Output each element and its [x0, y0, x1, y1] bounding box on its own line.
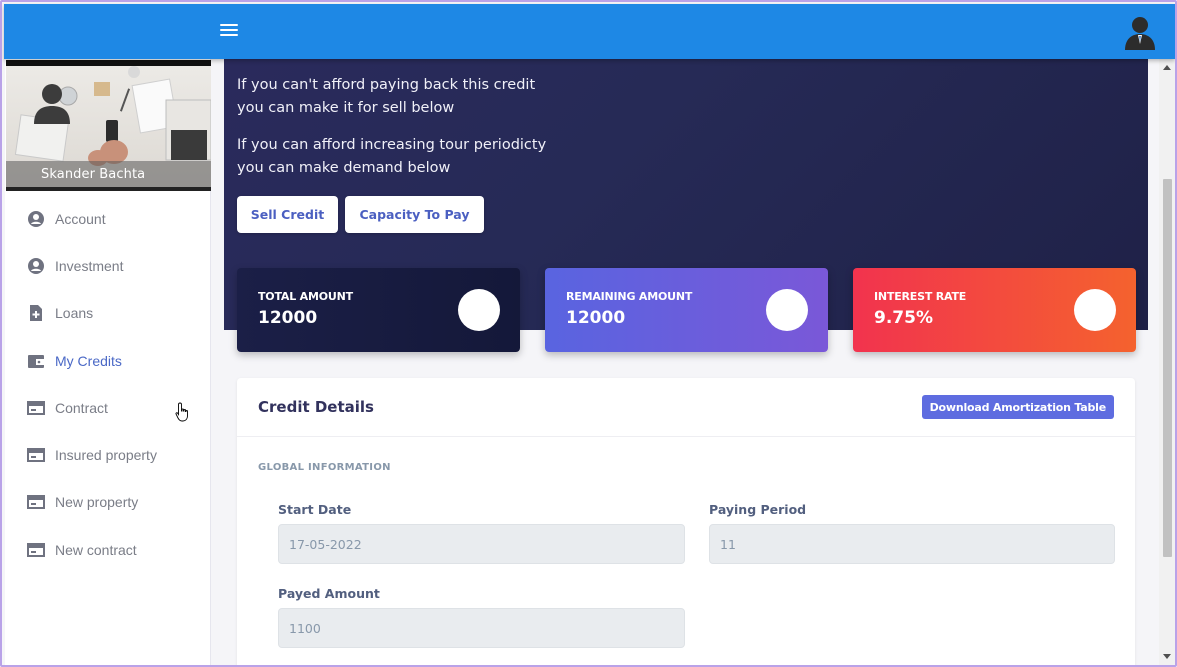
- sidebar-item-account[interactable]: Account: [5, 195, 211, 242]
- sidebar-item-label: Loans: [55, 305, 94, 322]
- stat-value: 9.75%: [874, 308, 933, 328]
- stat-value: 12000: [258, 308, 318, 328]
- hero-line: If you can't afford paying back this cre…: [237, 77, 536, 93]
- credit-details-title: Credit Details: [258, 398, 374, 416]
- sidebar-item-investment[interactable]: Investment: [5, 242, 211, 289]
- sidebar-item-label: New property: [55, 494, 139, 511]
- section-label: GLOBAL INFORMATION: [258, 462, 391, 473]
- vertical-scrollbar[interactable]: [1159, 59, 1175, 665]
- hero-line: you can make demand below: [237, 160, 451, 176]
- sidebar-item-label: My Credits: [55, 352, 122, 369]
- sidebar-item-loans[interactable]: Loans: [5, 290, 211, 337]
- stat-icon-circle: [1074, 289, 1116, 331]
- sidebar-item-my-credits[interactable]: My Credits: [5, 337, 211, 384]
- file-plus-icon: [27, 304, 45, 322]
- sidebar-item-label: New contract: [55, 541, 137, 558]
- scroll-up-icon[interactable]: [1163, 65, 1171, 70]
- stat-card-total-amount: TOTAL AMOUNT 12000: [237, 268, 520, 352]
- sidebar: Skander Bachta Account Investment Loans …: [5, 59, 211, 665]
- hero-text-sell: If you can't afford paying back this cre…: [237, 74, 535, 120]
- sidebar-item-label: Insured property: [55, 447, 157, 464]
- card-icon: [27, 493, 45, 511]
- capacity-to-pay-button[interactable]: Capacity To Pay: [345, 196, 484, 233]
- stat-value: 12000: [566, 308, 626, 328]
- scroll-thumb[interactable]: [1163, 179, 1172, 557]
- user-avatar-icon[interactable]: [1123, 14, 1157, 50]
- scroll-down-icon[interactable]: [1163, 654, 1171, 659]
- stat-label: TOTAL AMOUNT: [258, 290, 353, 303]
- main-content: If you can't afford paying back this cre…: [211, 59, 1149, 665]
- hero-line: you can make it for sell below: [237, 100, 455, 116]
- profile-photo: Skander Bachta: [6, 60, 211, 191]
- payed-amount-field[interactable]: 1100: [278, 608, 685, 648]
- sidebar-item-label: Investment: [55, 257, 124, 274]
- sidebar-item-new-contract[interactable]: New contract: [5, 526, 211, 573]
- stat-icon-circle: [458, 289, 500, 331]
- app-window: Skander Bachta Account Investment Loans …: [0, 0, 1177, 667]
- user-circle-icon: [27, 257, 45, 275]
- profile-divider: [6, 187, 211, 191]
- sidebar-nav: Account Investment Loans My Credits Cont…: [5, 195, 211, 573]
- paying-period-field[interactable]: 11: [709, 524, 1115, 564]
- top-navbar: [4, 4, 1175, 59]
- stat-label: REMAINING AMOUNT: [566, 290, 693, 303]
- card-icon: [27, 541, 45, 559]
- sidebar-item-new-property[interactable]: New property: [5, 479, 211, 526]
- stat-icon-circle: [766, 289, 808, 331]
- credit-details-header: Credit Details Download Amortization Tab…: [237, 378, 1135, 437]
- payed-amount-label: Payed Amount: [278, 586, 380, 601]
- card-icon: [27, 446, 45, 464]
- hero-text-capacity: If you can afford increasing tour period…: [237, 134, 546, 180]
- hamburger-icon[interactable]: [220, 24, 238, 40]
- start-date-field[interactable]: 17-05-2022: [278, 524, 685, 564]
- stat-card-interest-rate: INTEREST RATE 9.75%: [853, 268, 1136, 352]
- start-date-label: Start Date: [278, 502, 352, 517]
- profile-name: Skander Bachta: [41, 167, 146, 182]
- sidebar-item-insured-property[interactable]: Insured property: [5, 431, 211, 478]
- credit-details-card: Credit Details Download Amortization Tab…: [237, 378, 1135, 665]
- sidebar-item-label: Contract: [55, 399, 108, 416]
- sidebar-item-label: Account: [55, 210, 106, 227]
- user-circle-icon: [27, 210, 45, 228]
- hero-line: If you can afford increasing tour period…: [237, 137, 547, 153]
- wallet-icon: [27, 352, 45, 370]
- stat-label: INTEREST RATE: [874, 290, 967, 303]
- paying-period-label: Paying Period: [709, 502, 807, 517]
- hand-cursor-icon: [175, 402, 191, 422]
- stat-card-remaining-amount: REMAINING AMOUNT 12000: [545, 268, 828, 352]
- sell-credit-button[interactable]: Sell Credit: [237, 196, 338, 233]
- download-amortization-button[interactable]: Download Amortization Table: [921, 395, 1114, 419]
- card-icon: [27, 399, 45, 417]
